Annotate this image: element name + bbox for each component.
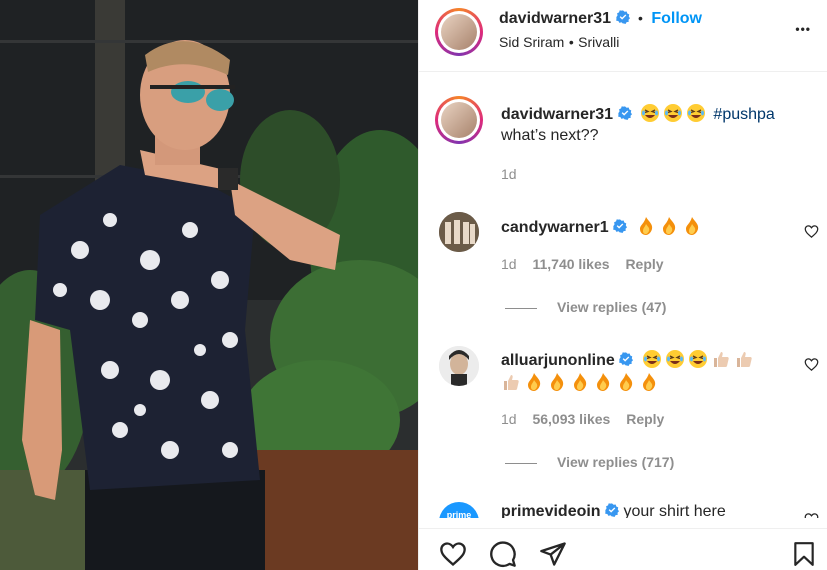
comment-avatar[interactable]: prime	[439, 502, 479, 518]
like-heart-icon[interactable]	[439, 540, 467, 568]
author-username[interactable]: davidwarner31	[499, 10, 611, 27]
verified-badge-icon	[605, 503, 620, 517]
caption-username[interactable]: davidwarner31	[501, 106, 613, 123]
audio-dot: •	[568, 34, 574, 50]
post-details-panel: davidwarner31 • Follow Sid Sriram • Sriv…	[419, 0, 827, 570]
like-comment-heart-icon[interactable]	[804, 357, 819, 372]
comment-likes[interactable]: 11,740 likes	[532, 256, 609, 272]
like-comment-heart-icon[interactable]	[804, 224, 819, 239]
caption-avatar[interactable]	[435, 96, 483, 144]
comment-line: candywarner1	[501, 216, 705, 237]
comment-username[interactable]: candywarner1	[501, 219, 609, 236]
caption-time[interactable]: 1d	[501, 166, 517, 182]
share-paper-plane-icon[interactable]	[539, 540, 567, 568]
save-bookmark-icon[interactable]	[791, 540, 817, 568]
audio-artist[interactable]: Sid Sriram	[499, 34, 564, 50]
fire-emoji	[528, 373, 541, 391]
laughing-tears-emoji	[688, 350, 707, 368]
thumbs-up-emoji	[736, 352, 752, 367]
replies-line	[505, 463, 537, 464]
video-frame-image	[0, 0, 418, 570]
laughing-tears-emoji	[642, 350, 661, 368]
post-header: davidwarner31 • Follow Sid Sriram • Sriv…	[419, 0, 827, 72]
fire-emoji	[620, 373, 633, 391]
comment-username[interactable]: alluarjunonline	[501, 352, 615, 369]
audio-song[interactable]: Srivalli	[578, 34, 619, 50]
comment-reply-button[interactable]: Reply	[625, 256, 663, 272]
verified-badge-icon	[615, 10, 630, 24]
header-dot: •	[637, 10, 643, 26]
comment-avatar[interactable]	[439, 346, 479, 386]
fire-emoji	[551, 373, 564, 391]
fire-emoji	[685, 217, 698, 235]
fire-emoji	[574, 373, 587, 391]
thumbs-up-emoji	[504, 375, 519, 390]
comment-bubble-icon[interactable]	[489, 540, 517, 568]
caption-hashtag[interactable]: #pushpa	[713, 106, 774, 123]
fire-emoji	[597, 373, 610, 391]
fire-emoji	[639, 217, 652, 235]
post-media[interactable]	[0, 0, 418, 570]
author-avatar[interactable]	[435, 8, 483, 56]
fire-emoji	[662, 217, 675, 235]
comment-username[interactable]: primevideoin	[501, 503, 601, 518]
comment-likes[interactable]: 56,093 likes	[532, 411, 610, 427]
laughing-tears-emoji	[665, 350, 684, 368]
verified-badge-icon	[617, 106, 632, 120]
laughing-tears-emoji	[640, 104, 659, 122]
caption-line: davidwarner31 #pushpa	[501, 103, 775, 124]
comment-line: alluarjunonline	[501, 349, 757, 370]
comment-text: your shirt here	[623, 503, 726, 518]
follow-button[interactable]: Follow	[651, 10, 702, 27]
more-options-icon[interactable]: •••	[795, 22, 811, 36]
comment-avatar[interactable]	[439, 212, 479, 252]
replies-line	[505, 308, 537, 309]
caption-text: what’s next??	[501, 127, 599, 144]
comment-reply-button[interactable]: Reply	[626, 411, 664, 427]
verified-badge-icon	[619, 352, 634, 366]
like-comment-heart-icon[interactable]	[804, 512, 819, 518]
laughing-tears-emoji	[686, 104, 705, 122]
view-replies-button[interactable]: View replies (717)	[557, 454, 674, 470]
verified-badge-icon	[613, 219, 628, 233]
fire-emoji	[643, 373, 656, 391]
comment-clipped: prime primevideoin your shirt here	[419, 496, 827, 518]
comment-emoji-line	[501, 372, 662, 393]
comment-time[interactable]: 1d	[501, 411, 517, 427]
view-replies-button[interactable]: View replies (47)	[557, 299, 666, 315]
thumbs-up-emoji	[713, 352, 729, 367]
comment-time[interactable]: 1d	[501, 256, 517, 272]
laughing-tears-emoji	[663, 104, 682, 122]
post-action-bar	[419, 528, 827, 570]
